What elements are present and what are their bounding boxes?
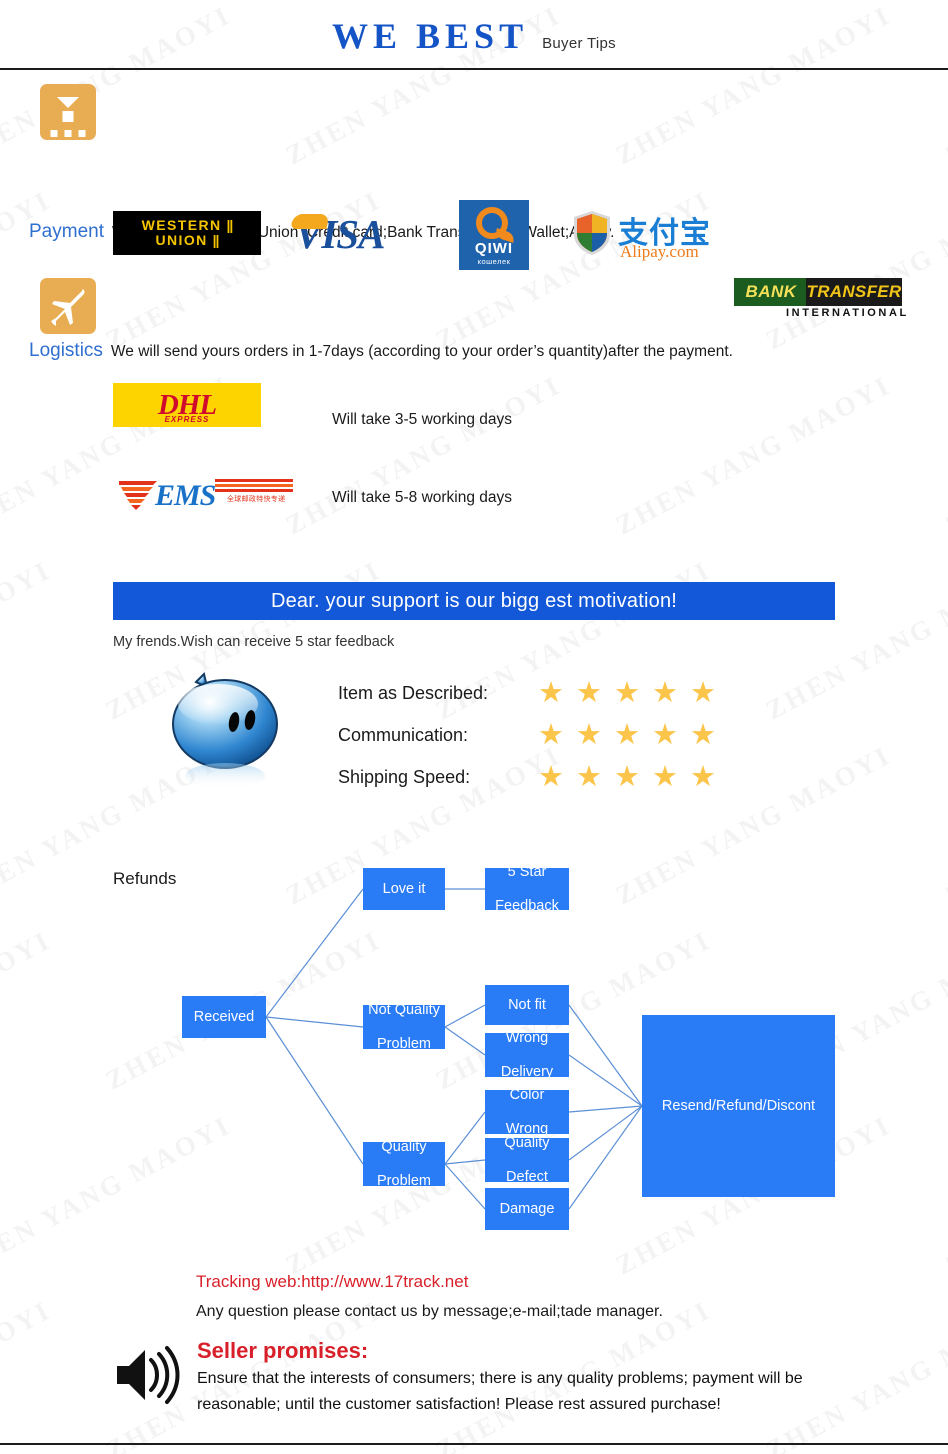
- qiwi-logo: QIWI кошелек: [459, 200, 529, 270]
- ems-logo: EMS 全球邮政特快专递: [119, 477, 295, 517]
- rating-row: Communication: ★ ★ ★ ★ ★: [338, 714, 716, 756]
- star-icon: ★: [614, 760, 640, 793]
- ems-wordmark: EMS: [155, 479, 216, 512]
- refund-flowchart: Refunds Received Love it 5 Star Feedback Not…: [0, 855, 948, 1255]
- ems-chevron-icon: [119, 481, 157, 510]
- package-box-icon: [40, 84, 96, 140]
- star-icon: ★: [690, 760, 716, 793]
- blue-face-bubble-icon: [160, 668, 290, 803]
- visa-swoosh-icon: [290, 214, 330, 229]
- flow-node-resend: Resend/Refund/Discont: [642, 1015, 835, 1197]
- flow-node-not-qual: Not Quality Problem: [363, 1002, 445, 1052]
- alipay-logo: 支付宝 Alipay.com: [572, 204, 712, 264]
- page-header: WE BEST Buyer Tips: [0, 0, 948, 70]
- western-union-logo: WESTERN || UNION ||: [113, 211, 261, 255]
- flow-node-love: Love it: [363, 868, 445, 910]
- ems-row: EMS 全球邮政特快专递: [119, 477, 295, 517]
- payment-logos: WESTERN || UNION || VISA QIWI кошелек 支付宝 …: [0, 196, 948, 319]
- star-icon: ★: [614, 676, 640, 709]
- flow-node-qual-defect: Quality Defect: [485, 1135, 569, 1185]
- star-icon: ★: [614, 718, 640, 751]
- star-icon: ★: [538, 676, 564, 709]
- support-banner: Dear. your support is our bigg est motiv…: [113, 582, 835, 620]
- star-icon: ★: [576, 718, 602, 751]
- seller-promise-section: Seller promises: Ensure that the interes…: [113, 1338, 803, 1418]
- rating-list: Item as Described: ★ ★ ★ ★ ★ Communicati…: [338, 672, 716, 798]
- flow-node-damage: Damage: [485, 1188, 569, 1230]
- airplane-icon: [40, 278, 96, 334]
- flow-node-five-star: 5 Star Feedback: [485, 864, 569, 914]
- star-icon: ★: [538, 760, 564, 793]
- rating-label-item-as-described: Item as Described:: [338, 682, 489, 703]
- logistics-label: Logistics: [29, 340, 103, 361]
- ems-sub-label: 全球邮政特快专递: [227, 495, 286, 503]
- bank-transfer-word1: BANK: [734, 278, 808, 306]
- flow-node-quality: Quality Problem: [363, 1139, 445, 1189]
- watermark-text: ZHEN YANG MAOYI: [940, 370, 948, 541]
- rating-row: Shipping Speed: ★ ★ ★ ★ ★: [338, 756, 716, 798]
- feedback-note: My frends.Wish can receive 5 star feedba…: [113, 634, 395, 650]
- qiwi-wordmark: QIWI: [474, 240, 514, 257]
- qiwi-sub-label: кошелек: [477, 257, 511, 266]
- watermark-text: ZHEN YANG MAOYI: [0, 554, 56, 726]
- star-icon: ★: [652, 718, 678, 751]
- header-divider: [0, 68, 948, 70]
- rating-label-shipping-speed: Shipping Speed:: [338, 766, 471, 787]
- star-icon: ★: [576, 676, 602, 709]
- watermark-text: ZHEN YANG MAOYI: [280, 369, 566, 541]
- watermark-text: ZHEN YANG MAOYI: [760, 554, 948, 726]
- star-icon: ★: [652, 676, 678, 709]
- rating-stars-item-as-described: ★ ★ ★ ★ ★: [538, 676, 716, 709]
- speaker-loud-icon: [117, 1346, 180, 1404]
- star-icon: ★: [690, 718, 716, 751]
- dhl-sub-label: EXPRESS: [164, 415, 210, 424]
- bank-transfer-logo: BANK TRANSFER INTERNATIONAL: [734, 278, 906, 324]
- footer-divider: [0, 1443, 948, 1445]
- star-icon: ★: [690, 676, 716, 709]
- dhl-row: DHL EXPRESS: [113, 383, 261, 427]
- rating-label-communication: Communication:: [338, 724, 469, 745]
- rating-stars-communication: ★ ★ ★ ★ ★: [538, 718, 716, 751]
- star-icon: ★: [652, 760, 678, 793]
- logistics-text: We will send yours orders in 1-7days (ac…: [110, 343, 733, 360]
- flow-node-received: Received: [182, 996, 266, 1038]
- flow-node-color-wrong: Color Wrong: [485, 1087, 569, 1137]
- bank-transfer-word2: TRANSFER: [806, 278, 902, 306]
- bank-transfer-sub: INTERNATIONAL: [786, 307, 909, 319]
- seller-promise-line1: Ensure that the interests of consumers; …: [197, 1370, 803, 1387]
- flow-node-not-fit: Not fit: [485, 985, 569, 1025]
- ems-delivery-note: Will take 5-8 working days: [332, 489, 513, 506]
- alipay-shield-icon: [574, 211, 610, 255]
- western-union-line1: WESTERN: [141, 217, 222, 233]
- western-union-line2: UNION: [155, 232, 208, 248]
- star-icon: ★: [576, 760, 602, 793]
- rating-row: Item as Described: ★ ★ ★ ★ ★: [338, 672, 716, 714]
- contact-note: Any question please contact us by messag…: [196, 1303, 663, 1320]
- dhl-logo: DHL EXPRESS: [113, 383, 261, 427]
- dhl-delivery-note: Will take 3-5 working days: [332, 411, 513, 428]
- visa-logo: VISA: [290, 210, 385, 258]
- brand-title: WE BEST: [332, 16, 529, 56]
- alipay-english-wordmark: Alipay.com: [620, 242, 699, 261]
- watermark-text: ZHEN YANG MAOYI: [0, 1294, 56, 1454]
- support-banner-text: Dear. your support is our bigg est motiv…: [270, 589, 678, 612]
- seller-promise-title: Seller promises:: [197, 1338, 369, 1363]
- seller-promise-line2: reasonable; until the customer satisfact…: [197, 1396, 721, 1413]
- star-icon: ★: [538, 718, 564, 751]
- flow-node-wrong-del: Wrong Delivery: [485, 1030, 569, 1080]
- tracking-link[interactable]: Tracking web:http://www.17track.net: [196, 1272, 468, 1292]
- rating-stars-shipping-speed: ★ ★ ★ ★ ★: [538, 760, 716, 793]
- watermark-text: ZHEN YANG MAOYI: [610, 369, 896, 541]
- airplane-glyph: [51, 289, 85, 326]
- page-subtitle: Buyer Tips: [542, 35, 616, 52]
